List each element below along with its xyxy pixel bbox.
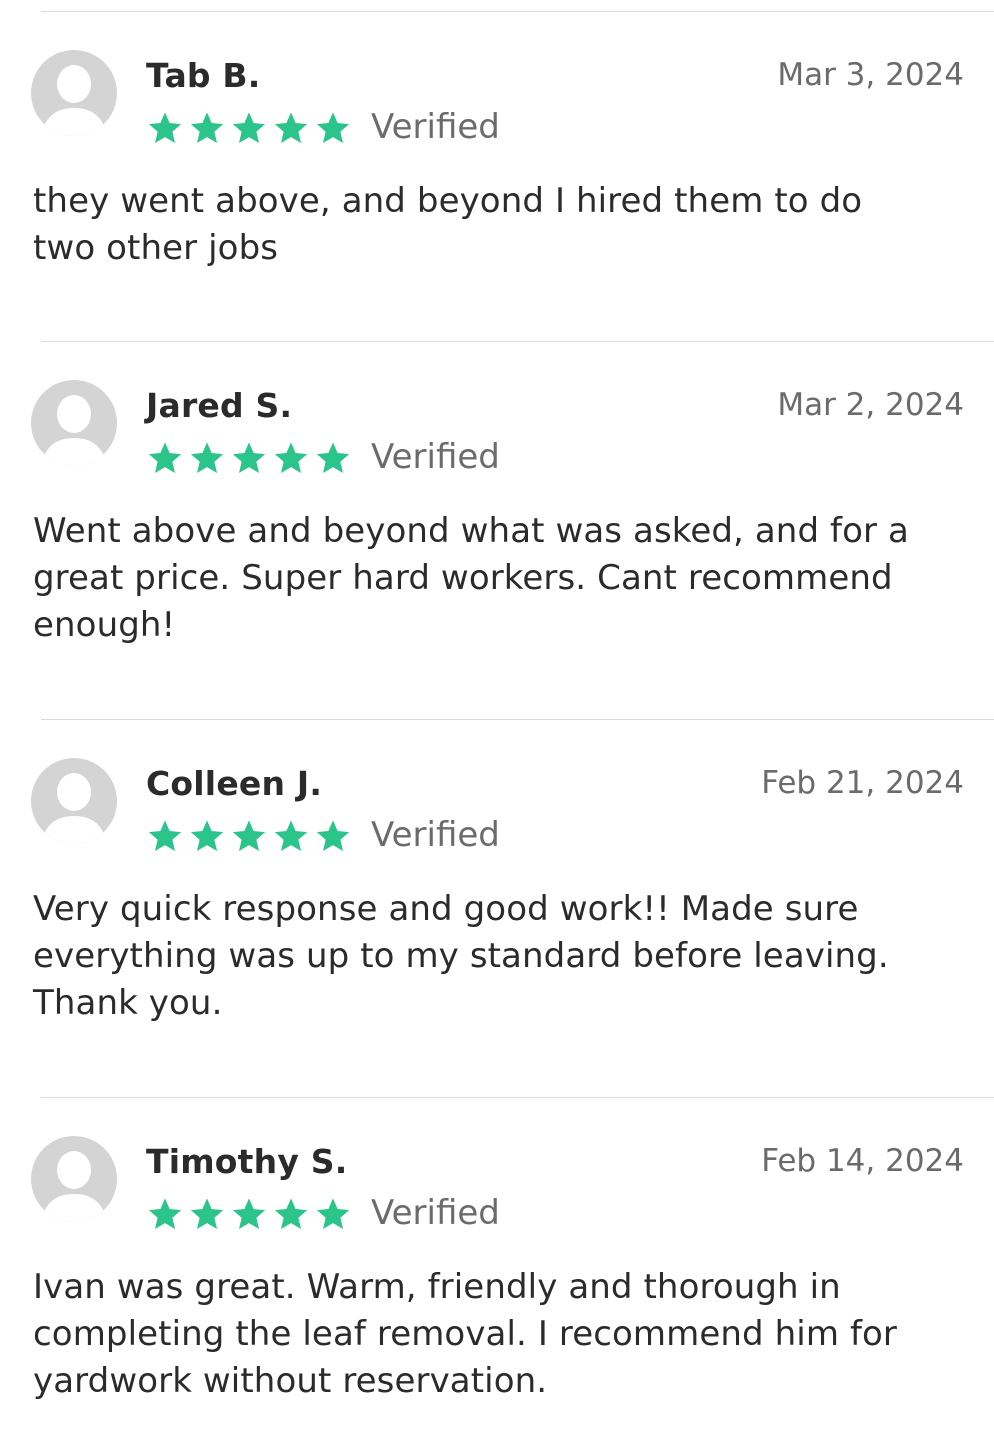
star-rating: [146, 1196, 352, 1232]
star-icon: [190, 1198, 224, 1229]
reviewer-name: Jared S.: [146, 386, 293, 425]
star-icon: [232, 820, 266, 851]
star-icon: [148, 442, 182, 473]
review-date: Feb 14, 2024: [761, 1143, 964, 1179]
reviewer-name: Timothy S.: [146, 1142, 348, 1181]
review-text: they went above, and beyond I hired them…: [33, 178, 963, 272]
review-text-line: yardwork without reservation.: [33, 1361, 548, 1401]
review-text-line: Thank you.: [33, 983, 223, 1023]
star-icon: [316, 1198, 350, 1229]
review-text: Very quick response and good work!! Made…: [33, 886, 963, 1027]
review-text: Went above and beyond what was asked, an…: [33, 508, 963, 649]
review-text-line: Went above and beyond what was asked, an…: [33, 511, 909, 551]
divider: [41, 719, 994, 720]
review-text-line: they went above, and beyond I hired them…: [33, 181, 863, 221]
verified-label: Verified: [371, 437, 500, 477]
star-icon: [316, 112, 350, 143]
divider: [41, 341, 994, 342]
review-text: Ivan was great. Warm, friendly and thoro…: [33, 1264, 963, 1405]
reviews-list: Tab B. Mar 3, 2024 Verified they went ab…: [0, 0, 994, 1439]
avatar-placeholder-icon: [31, 380, 117, 466]
verified-label: Verified: [371, 107, 500, 147]
star-icon: [274, 1198, 308, 1229]
star-icon: [316, 820, 350, 851]
star-icon: [316, 442, 350, 473]
reviewer-name: Tab B.: [146, 56, 261, 95]
star-icon: [190, 442, 224, 473]
star-icon: [190, 820, 224, 851]
star-icon: [232, 442, 266, 473]
star-icon: [190, 112, 224, 143]
review-text-line: Ivan was great. Warm, friendly and thoro…: [33, 1267, 841, 1307]
star-icon: [148, 112, 182, 143]
review-date: Feb 21, 2024: [761, 765, 964, 801]
star-icon: [232, 1198, 266, 1229]
review-text-line: two other jobs: [33, 228, 279, 268]
star-rating: [146, 110, 352, 146]
verified-label: Verified: [371, 815, 500, 855]
avatar-placeholder-icon: [31, 758, 117, 844]
review-date: Mar 2, 2024: [777, 387, 964, 423]
star-icon: [148, 820, 182, 851]
review-text-line: completing the leaf removal. I recommend…: [33, 1314, 897, 1354]
review-date: Mar 3, 2024: [777, 57, 964, 93]
avatar-placeholder-icon: [31, 50, 117, 136]
verified-label: Verified: [371, 1193, 500, 1233]
reviewer-name: Colleen J.: [146, 764, 323, 803]
star-icon: [232, 112, 266, 143]
star-icon: [274, 112, 308, 143]
avatar-placeholder-icon: [31, 1136, 117, 1222]
star-icon: [274, 820, 308, 851]
review-text-line: Very quick response and good work!! Made…: [33, 889, 859, 929]
review-text-line: enough!: [33, 605, 176, 645]
star-icon: [274, 442, 308, 473]
star-rating: [146, 440, 352, 476]
star-rating: [146, 818, 352, 854]
review-text-line: everything was up to my standard before …: [33, 936, 889, 976]
divider: [41, 11, 994, 12]
review-text-line: great price. Super hard workers. Cant re…: [33, 558, 893, 598]
divider: [41, 1097, 994, 1098]
star-icon: [148, 1198, 182, 1229]
